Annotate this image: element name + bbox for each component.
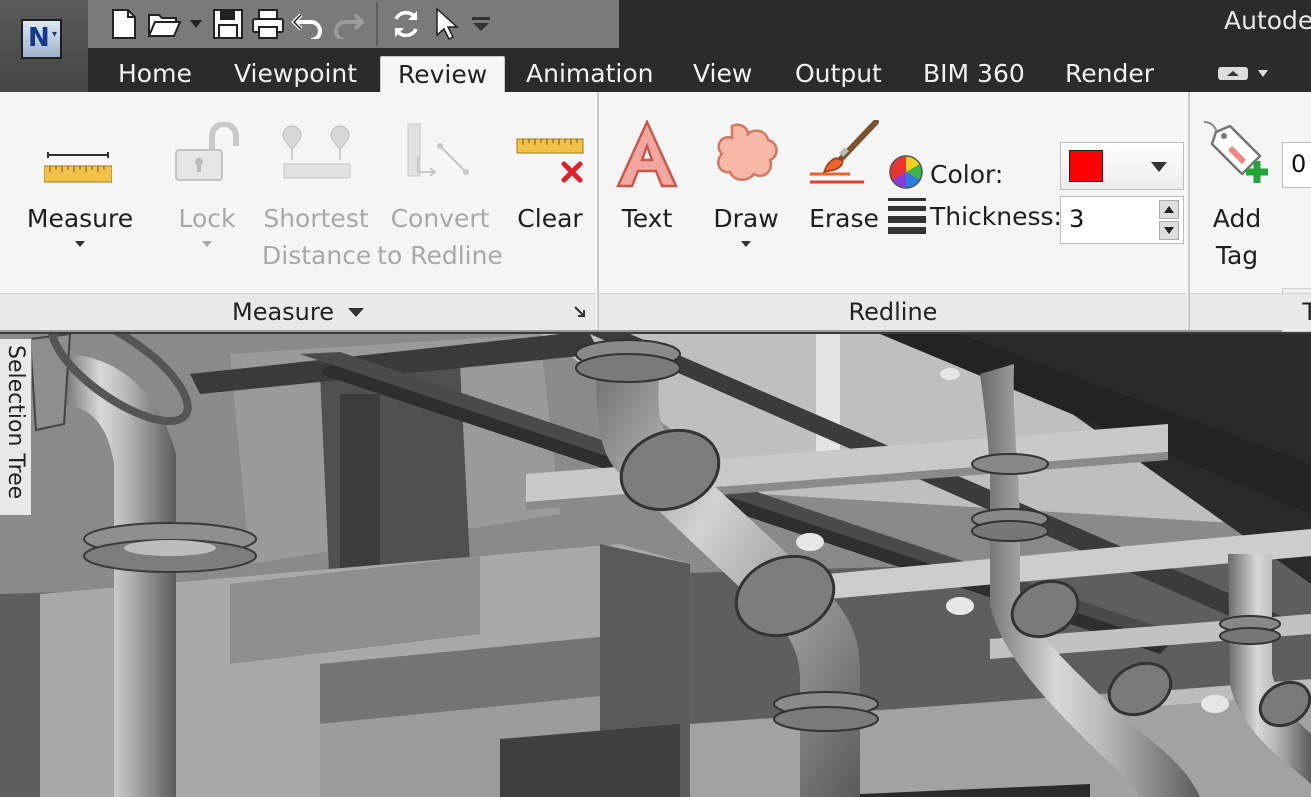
open-dropdown-button[interactable] [184,4,208,44]
measure-label: Measure [26,204,134,233]
lock-label: Lock [178,204,236,233]
arrow-up-icon [1164,206,1174,213]
new-file-icon [112,9,136,39]
chevron-down-icon [1258,69,1268,77]
tab-bim360[interactable]: BIM 360 [923,56,1025,92]
add-tag-icon [1203,121,1268,183]
erase-label: Erase [809,204,879,233]
measure-ruler-icon [44,152,112,183]
refresh-button[interactable] [386,4,426,44]
selection-tree-tab[interactable]: Selection Tree [0,338,32,516]
toolbar-divider [376,2,378,46]
tags-panel-footer: T [1190,293,1311,330]
shortest-distance-icon [282,125,351,179]
redo-button[interactable] [328,4,368,44]
app-title: Autode [1224,6,1311,35]
add-tag-label-line1: Add [1212,204,1262,233]
thickness-value[interactable]: 3 [1069,205,1084,233]
convert-label-line2: to Redline [377,241,503,270]
chevron-down-icon [1151,162,1167,172]
new-file-button[interactable] [104,4,144,44]
tab-animation[interactable]: Animation [526,56,653,92]
text-label: Text [621,204,673,233]
ribbon-options-button[interactable] [1218,62,1268,84]
thickness-spinner[interactable]: 3 [1060,196,1184,244]
quick-access-toolbar [88,0,619,48]
undo-button[interactable] [288,4,328,44]
chevron-down-icon [202,241,212,247]
save-icon [213,9,243,39]
spin-up-button[interactable] [1159,200,1179,219]
chevron-down-icon [741,241,751,247]
ribbon-panel-area: Measure Lock Shortest Distance Convert t… [0,92,1311,332]
selection-tree-label: Selection Tree [3,345,28,500]
measure-panel-title: Measure [232,298,334,326]
clear-measure-icon [516,138,584,183]
add-tag-label-line2: Tag [1215,241,1259,270]
undo-icon [291,13,322,39]
shortest-distance-label-line1: Shortest [263,204,369,233]
tab-output[interactable]: Output [795,56,882,92]
tab-home[interactable]: Home [118,56,192,92]
spin-down-button[interactable] [1159,221,1179,240]
chevron-down-icon [75,241,85,247]
draw-label: Draw [713,204,779,233]
print-button[interactable] [248,4,288,44]
redline-panel-title: Redline [848,298,938,326]
tags-panel-title: T [1302,298,1311,326]
lock-icon [175,122,239,181]
text-redline-icon [616,120,678,188]
panel-launcher-icon[interactable] [574,306,586,318]
clear-label: Clear [517,204,583,233]
draw-cloud-icon [717,123,778,181]
navisworks-window: Autode N ▾ Home Viewpoint Review Animatio… [0,0,1311,797]
minimize-ribbon-icon [1218,67,1248,80]
navisworks-logo: N ▾ [21,19,62,59]
select-button[interactable] [426,4,466,44]
tag-id-input[interactable]: 0 [1282,142,1311,188]
save-button[interactable] [208,4,248,44]
arrow-down-icon [1164,227,1174,234]
tab-viewpoint[interactable]: Viewpoint [234,56,357,92]
shortest-distance-label-line2: Distance [262,241,372,270]
refresh-icon [394,10,418,38]
color-label: Color: [930,160,1004,189]
line-thickness-icon [888,198,926,234]
open-folder-icon [147,14,182,37]
cursor-icon [436,7,459,41]
thickness-label: Thickness: [930,202,1062,231]
3d-viewport[interactable] [0,334,1311,797]
redo-icon [334,13,365,39]
title-bar: Autode [0,0,1311,48]
tab-review[interactable]: Review [380,56,506,92]
model-render [0,334,1311,797]
convert-label-line1: Convert [390,204,490,233]
convert-to-redline-icon [407,123,469,177]
ribbon-tab-bar: Home Viewpoint Review Animation View Out… [88,48,1311,92]
color-swatch [1069,150,1103,182]
customize-toolbar-button[interactable] [466,4,496,44]
color-dropdown[interactable] [1060,142,1184,190]
printer-icon [252,9,284,39]
menu-dropdown-icon [472,17,490,31]
measure-panel-footer[interactable]: Measure [0,293,596,330]
color-wheel-icon [889,155,923,189]
open-file-button[interactable] [144,4,184,44]
chevron-down-icon [190,20,202,28]
application-button[interactable]: N ▾ [0,0,88,92]
tab-render[interactable]: Render [1065,56,1154,92]
chevron-down-icon [348,307,364,317]
tag-id-value: 0 [1291,150,1307,178]
eraser-brush-icon [810,120,879,184]
tab-view[interactable]: View [693,56,752,92]
redline-panel-footer: Redline [599,293,1187,330]
